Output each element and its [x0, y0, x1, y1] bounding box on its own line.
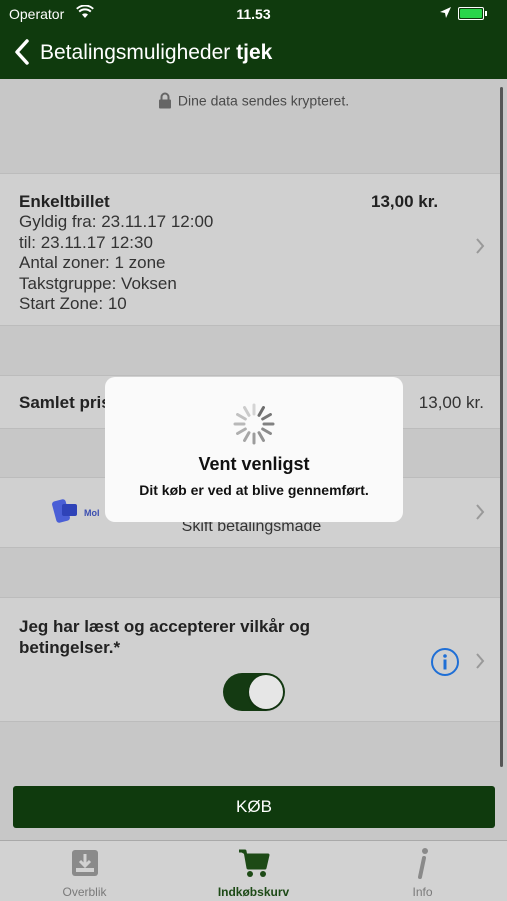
terms-label: Jeg har læst og accepterer vilkår og bet…	[19, 617, 311, 657]
ticket-price: 13,00 kr.	[371, 192, 439, 211]
tab-overview[interactable]: Overblik	[0, 841, 169, 901]
dialog-title: Vent venligst	[198, 454, 310, 474]
buy-button[interactable]: KØB	[13, 786, 495, 828]
page-title-bold: tjek	[236, 41, 273, 64]
terms-row: Jeg har læst og accepterer vilkår og bet…	[0, 597, 503, 722]
ticket-valid-to: til: 23.11.17 12:30	[19, 232, 153, 252]
location-arrow-icon	[440, 6, 451, 22]
total-price-value: 13,00 kr.	[418, 393, 484, 412]
chevron-right-icon	[475, 503, 485, 526]
ticket-zones: Antal zoner: 1 zone	[19, 253, 166, 272]
tab-cart[interactable]: Indkøbskurv	[169, 841, 338, 901]
back-chevron-icon[interactable]	[12, 38, 32, 71]
ticket-name: Enkeltbillet	[19, 192, 110, 211]
battery-icon	[458, 7, 487, 20]
tab-info-label: Info	[412, 885, 433, 899]
ticket-start-zone: Start Zone: 10	[19, 294, 127, 313]
nav-bar: Betalingsmuligheder tjek	[0, 28, 507, 79]
tab-bar: Overblik Indkøbskurv Info	[0, 840, 507, 901]
loading-spinner-icon	[232, 402, 276, 451]
payment-logo-text: Mol	[84, 508, 100, 518]
chevron-right-icon	[475, 652, 485, 675]
status-bar: Operator 11.53	[0, 0, 507, 28]
dialog-message: Dit køb er ved at blive gennemført.	[139, 482, 369, 498]
scrollbar[interactable]	[500, 87, 503, 767]
toggle-knob	[249, 675, 283, 709]
page-title-main: Betalingsmuligheder	[40, 41, 231, 64]
total-price-label: Samlet pris	[19, 393, 111, 412]
terms-accept-toggle[interactable]	[223, 673, 285, 711]
ticket-group: Takstgruppe: Voksen	[19, 273, 177, 293]
cart-icon	[169, 847, 338, 884]
ticket-valid-from: Gyldig fra: 23.11.17 12:00	[19, 212, 214, 231]
lock-icon	[158, 92, 172, 112]
encryption-text: Dine data sendes krypteret.	[177, 92, 350, 109]
processing-dialog: Vent venligst Dit køb er ved at blive ge…	[105, 377, 403, 522]
tab-cart-label: Indkøbskurv	[217, 885, 290, 899]
chevron-right-icon	[475, 237, 485, 260]
page-title: Betalingsmuligheder tjek	[40, 41, 272, 65]
ticket-card[interactable]: Enkeltbillet 13,00 kr. Gyldig fra: 23.11…	[0, 173, 503, 326]
info-circle-icon[interactable]	[430, 647, 460, 682]
tab-info[interactable]: Info	[338, 841, 507, 901]
encryption-note: Dine data sendes krypteret.	[0, 92, 507, 112]
clock: 11.53	[236, 6, 271, 22]
tab-overview-label: Overblik	[62, 885, 107, 899]
download-tray-icon	[0, 847, 169, 884]
info-icon	[338, 847, 507, 886]
